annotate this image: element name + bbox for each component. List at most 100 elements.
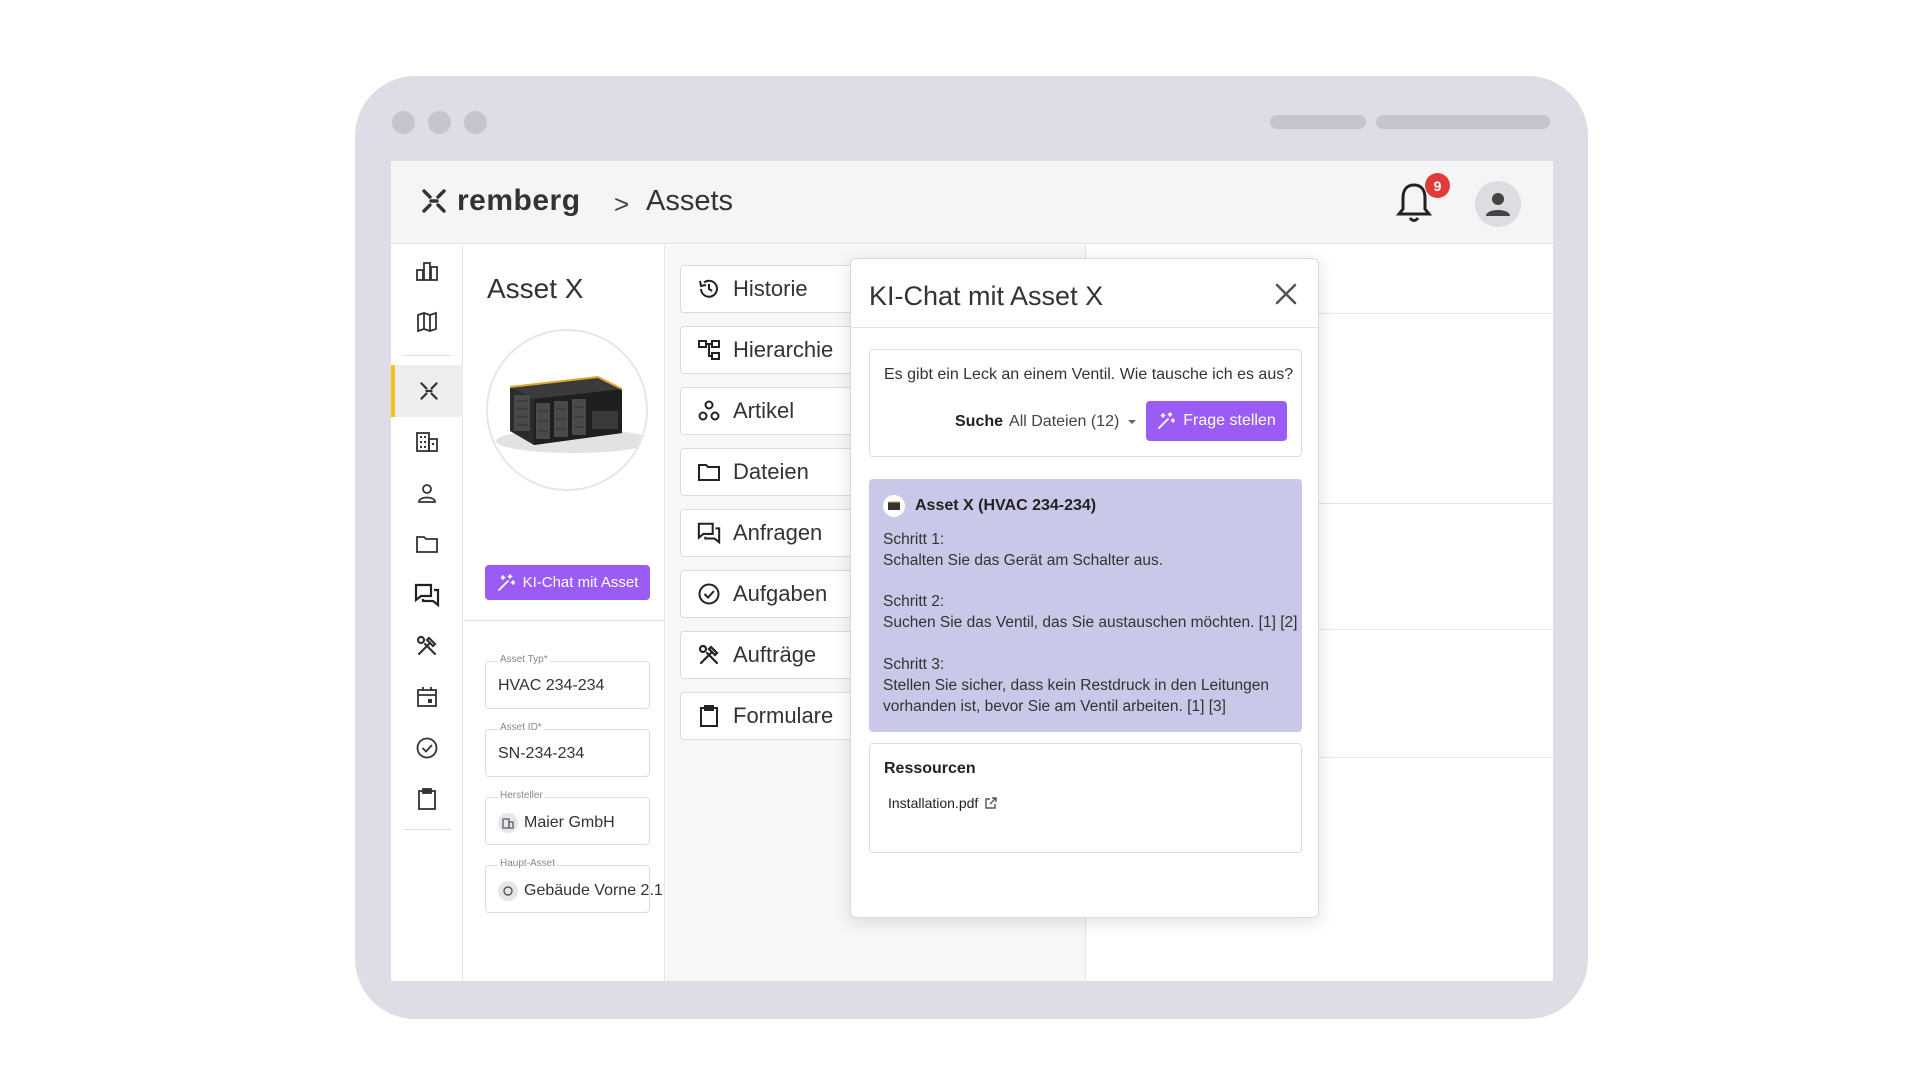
sidebar (391, 245, 463, 981)
menu-item-label: Artikel (733, 398, 795, 423)
ki-chat-dialog: KI-Chat mit Asset X Es gibt ein Leck an … (850, 258, 1319, 918)
assets-icon (420, 382, 438, 400)
question-text: Es gibt ein Leck an einem Ventil. Wie ta… (884, 366, 1294, 383)
sidebar-item-files[interactable] (391, 518, 463, 570)
sidebar-item-tasks[interactable] (391, 722, 463, 774)
hierarchy-icon (698, 340, 720, 360)
step-text: Suchen Sie das Ventil, das Sie austausch… (883, 614, 1298, 631)
remberg-logo-icon (422, 189, 446, 213)
calendar-icon (417, 687, 437, 707)
field-value-text: Gebäude Vorne 2.1 (524, 882, 663, 899)
folder-icon (416, 536, 438, 553)
caret-down-icon (1128, 420, 1137, 424)
step-text: Stellen Sie sicher, dass kein Restdruck … (883, 677, 1270, 715)
field-value: HVAC 234-234 (498, 677, 604, 695)
clipboard-icon (418, 788, 436, 810)
menu-item-label: Formulare (733, 703, 834, 728)
window-dot (392, 111, 415, 134)
magic-wand-icon (497, 573, 515, 591)
hvac-unit-image (496, 376, 646, 453)
breadcrumb[interactable]: Assets (646, 185, 733, 218)
magic-wand-icon (1158, 412, 1176, 429)
window-dot (464, 111, 487, 134)
answer-card: Asset X (HVAC 234-234) Schritt 1: Schalt… (869, 479, 1302, 732)
circle-icon (498, 881, 518, 901)
field-value: Gebäude Vorne 2.1 (498, 881, 663, 901)
frame-bar (1270, 115, 1366, 129)
search-label: Suche (955, 413, 1004, 430)
user-icon (1486, 193, 1510, 216)
divider (464, 620, 665, 621)
sidebar-item-dashboard[interactable] (391, 245, 463, 297)
menu-item-label: Historie (733, 276, 808, 301)
divider (403, 829, 451, 830)
divider (403, 355, 451, 356)
window-dots (392, 111, 487, 134)
asset-id-field[interactable]: Asset ID* SN-234-234 (485, 722, 650, 777)
divider (851, 327, 1318, 328)
history-icon (699, 279, 718, 298)
sidebar-item-work-orders[interactable] (391, 620, 463, 672)
folder-icon (698, 464, 720, 481)
menu-item-label: Anfragen (733, 520, 823, 545)
resource-link-text: Installation.pdf (888, 795, 979, 811)
external-link-icon (985, 796, 997, 809)
sidebar-item-map[interactable] (391, 296, 463, 348)
map-icon (417, 311, 437, 333)
app-screen: remberg > Assets 9 Asset X KI-Chat mit A… (391, 161, 1553, 981)
notification-badge: 9 (1425, 173, 1450, 198)
clipboard-icon (700, 705, 718, 727)
step-text: Schalten Sie das Gerät am Schalter aus. (883, 552, 1164, 569)
device-frame: remberg > Assets 9 Asset X KI-Chat mit A… (355, 76, 1588, 1019)
answer-header: Asset X (HVAC 234-234) (883, 495, 1096, 517)
building-icon (416, 432, 438, 452)
field-value: Maier GmbH (498, 813, 615, 833)
answer-header-text: Asset X (HVAC 234-234) (915, 497, 1097, 514)
question-input[interactable]: Es gibt ein Leck an einem Ventil. Wie ta… (869, 349, 1302, 457)
ask-question-button[interactable]: Frage stellen (1146, 401, 1287, 441)
close-icon[interactable] (1273, 281, 1299, 307)
search-scope-select[interactable]: Suche All Dateien (12) (955, 413, 1139, 431)
resources-card: Ressourcen Installation.pdf (869, 743, 1302, 853)
sidebar-item-calendar[interactable] (391, 671, 463, 723)
asset-panel: Asset X KI-Chat mit Asset Asset Typ* HVA… (464, 245, 665, 981)
tools-icon (698, 644, 719, 665)
sidebar-item-requests[interactable] (391, 569, 463, 621)
person-icon (418, 484, 436, 503)
chat-icon (697, 522, 721, 545)
manufacturer-field[interactable]: Hersteller Maier GmbH (485, 790, 650, 845)
field-label: Hersteller (498, 790, 545, 801)
resource-link[interactable]: Installation.pdf (888, 795, 997, 811)
window-dot (428, 111, 451, 134)
field-value-text: Maier GmbH (524, 814, 615, 831)
building-icon (498, 813, 518, 833)
field-value-text: SN-234-234 (498, 745, 585, 762)
tools-icon (416, 635, 437, 656)
resources-title: Ressourcen (884, 760, 976, 777)
brand-logo[interactable]: remberg (421, 184, 581, 218)
field-value-text: HVAC 234-234 (498, 677, 605, 694)
asset-type-field[interactable]: Asset Typ* HVAC 234-234 (485, 654, 650, 709)
menu-item-label: Aufgaben (733, 581, 828, 606)
app-header: remberg > Assets 9 (391, 161, 1553, 244)
avatar[interactable] (1475, 181, 1521, 227)
field-label: Haupt-Asset (498, 858, 558, 869)
asset-title: Asset X (487, 273, 584, 304)
ki-chat-button[interactable]: KI-Chat mit Asset (485, 565, 650, 600)
sidebar-item-assets[interactable] (391, 365, 463, 417)
sidebar-item-contacts[interactable] (391, 467, 463, 519)
step-title: Schritt 1: (883, 531, 945, 548)
parent-asset-field[interactable]: Haupt-Asset Gebäude Vorne 2.1 (485, 858, 663, 913)
ki-chat-button-label: KI-Chat mit Asset (522, 574, 639, 591)
sidebar-item-organizations[interactable] (391, 416, 463, 468)
field-label: Asset Typ* (498, 654, 550, 665)
check-icon (416, 737, 438, 759)
chart-icon (416, 262, 438, 281)
chevron-right-icon: > (614, 189, 630, 219)
field-value: SN-234-234 (498, 745, 584, 763)
dialog-title: KI-Chat mit Asset X (869, 281, 1104, 311)
asset-thumbnail-icon (883, 495, 905, 517)
frame-bar (1376, 115, 1550, 129)
search-value: All Dateien (12) (1009, 413, 1120, 430)
sidebar-item-forms[interactable] (391, 773, 463, 825)
